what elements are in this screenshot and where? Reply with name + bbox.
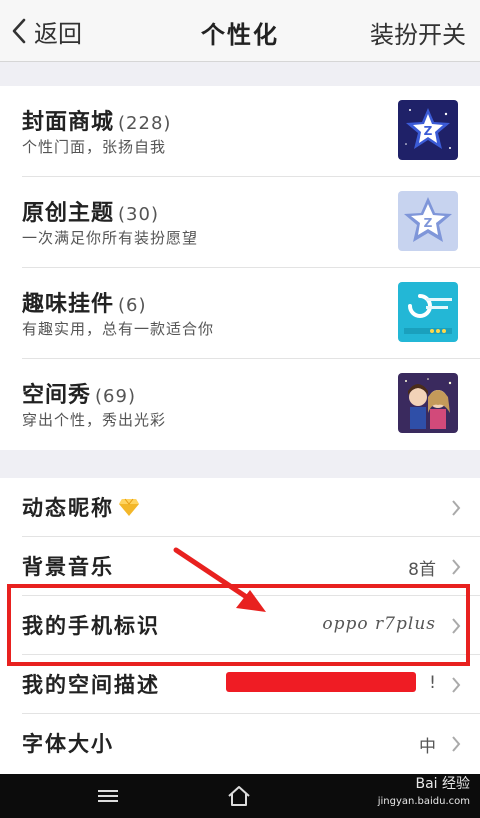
redaction-bar [226,672,416,692]
setting-value: oppo r7plus [322,614,436,634]
setting-label: 背景音乐 [22,555,114,579]
setting-value: 8首 [408,560,436,580]
setting-label: 我的空间描述 [22,673,160,697]
setting-row-font-size[interactable]: 字体大小 中 [0,714,480,773]
setting-value: 中 [419,737,436,757]
feature-name: 趣味挂件 (6) [22,292,147,317]
section-gap [0,450,480,478]
dress-up-toggle-button[interactable]: 装扮开关 [370,15,466,50]
setting-label: 字体大小 [22,732,114,756]
feature-name: 原创主题 (30) [22,201,159,226]
chevron-right-icon [452,559,461,575]
feature-name: 封面商城 (228) [22,110,172,135]
menu-icon[interactable] [95,784,121,808]
setting-row-phone-tag[interactable]: 我的手机标识 oppo r7plus [0,596,480,655]
chevron-right-icon [452,736,461,752]
diamond-icon [119,498,139,516]
feature-count: (30) [118,204,159,225]
watermark-text: Bai 经验 [415,776,470,792]
feature-count: (6) [118,295,147,316]
settings-list: 动态昵称 背景音乐 8首 我的手机标识 oppo r7plus 我的空间描述 !… [0,478,480,774]
setting-label: 我的手机标识 [22,614,160,638]
feature-desc: 有趣实用，总有一款适合你 [22,320,215,338]
watermark: Bai 经验 jingyan.baidu.com [378,776,470,810]
feature-count: (228) [118,113,172,134]
widget-icon [398,282,458,342]
chevron-right-icon [452,500,461,516]
setting-row-background-music[interactable]: 背景音乐 8首 [0,537,480,596]
space-show-icon [398,373,458,433]
feature-desc: 个性门面，张扬自我 [22,138,167,156]
feature-list: 封面商城 (228) 个性门面，张扬自我 Z 原创主题 (30) 一次满足你所有装扮… [0,86,480,450]
cover-store-icon: Z [398,100,458,160]
chevron-right-icon [452,618,461,634]
setting-row-dynamic-nickname[interactable]: 动态昵称 [0,478,480,537]
feature-name: 空间秀 (69) [22,383,136,408]
svg-text:Z: Z [424,216,433,230]
section-gap [0,62,480,86]
setting-value: ! [429,673,436,693]
feature-desc: 穿出个性，秀出光彩 [22,411,167,429]
home-icon[interactable] [226,784,252,808]
feature-item-fun-widget[interactable]: 趣味挂件 (6) 有趣实用，总有一款适合你 [0,268,480,359]
svg-text:Z: Z [424,124,433,138]
feature-item-cover-store[interactable]: 封面商城 (228) 个性门面，张扬自我 Z [0,86,480,177]
feature-desc: 一次满足你所有装扮愿望 [22,229,199,247]
feature-count: (69) [95,386,136,407]
top-navigation-bar: 返回 个性化 装扮开关 [0,0,480,62]
theme-icon: Z [398,191,458,251]
system-navigation-bar: Bai 经验 jingyan.baidu.com [0,774,480,818]
feature-item-space-show[interactable]: 空间秀 (69) 穿出个性，秀出光彩 [0,359,480,450]
watermark-url: jingyan.baidu.com [377,796,470,807]
setting-label: 动态昵称 [22,492,140,522]
feature-item-original-theme[interactable]: 原创主题 (30) 一次满足你所有装扮愿望 Z [0,177,480,268]
chevron-right-icon [452,677,461,693]
